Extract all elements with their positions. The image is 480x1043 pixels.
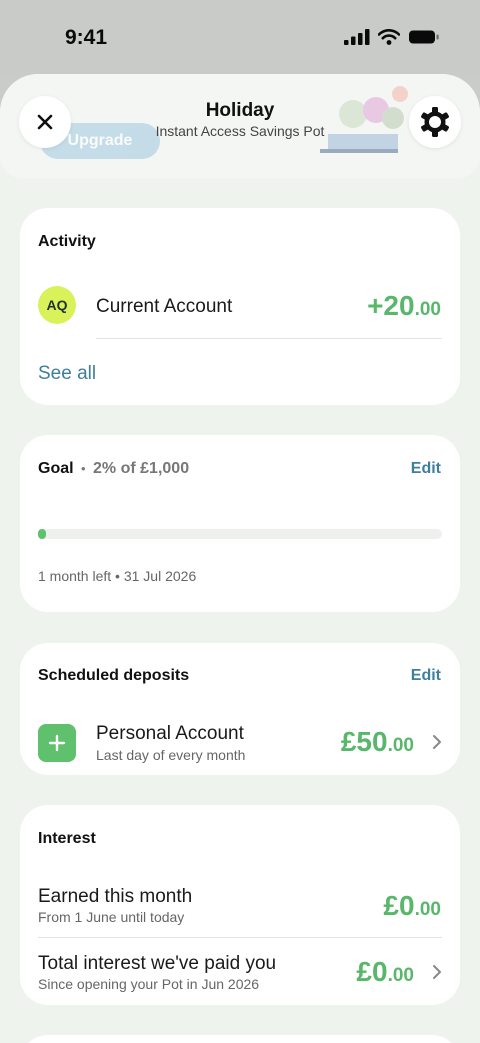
goal-progress-bar: [38, 529, 442, 539]
page-title: Holiday: [205, 100, 275, 121]
pot-header: Upgrade Holiday Instant Access Savings P…: [0, 74, 480, 179]
earned-amount: £0.00: [383, 890, 441, 921]
see-all-link[interactable]: See all: [38, 363, 96, 385]
divider: [38, 937, 442, 938]
status-icons: [344, 29, 440, 45]
activity-row-amount: +20.00: [367, 290, 441, 321]
total-interest-sub: Since opening your Pot in Jun 2026: [38, 976, 260, 992]
goal-edit-button[interactable]: Edit: [411, 460, 441, 478]
activity-title: Activity: [38, 233, 96, 250]
goal-time-left: 1 month left • 31 Jul 2026: [38, 568, 197, 584]
goal-heading: Goal • 2% of £1,000: [38, 460, 189, 478]
scheduled-title: Scheduled deposits: [38, 667, 190, 684]
scheduled-deposits-card: Scheduled deposits Edit Personal Account…: [20, 643, 460, 775]
signal-icon: [344, 29, 370, 45]
activity-row-label: Current Account: [96, 296, 233, 317]
divider: [96, 338, 442, 339]
scheduled-edit-button[interactable]: Edit: [411, 667, 441, 685]
wifi-icon: [378, 29, 400, 45]
chevron-right-icon: [433, 965, 441, 979]
battery-icon: [409, 30, 439, 44]
interest-title: Interest: [38, 830, 96, 847]
total-interest-label: Total interest we've paid you: [38, 953, 277, 974]
settings-button[interactable]: [409, 96, 461, 148]
scheduled-row-label: Personal Account: [96, 723, 244, 744]
goal-progress-text: 2% of £1,000: [93, 460, 190, 477]
page-subtitle: Instant Access Savings Pot: [155, 123, 325, 139]
scheduled-row-amount: £50.00: [340, 726, 414, 757]
earned-label: Earned this month: [38, 886, 193, 907]
interest-card: Interest Earned this month From 1 June u…: [20, 805, 460, 1005]
total-interest-amount: £0.00: [356, 956, 414, 987]
status-bar: 9:41: [0, 0, 480, 76]
goal-progress-fill: [38, 529, 47, 539]
pot-sheet: Upgrade Holiday Instant Access Savings P…: [0, 74, 480, 1043]
chevron-right-icon: [433, 735, 441, 749]
add-deposit-tile: [38, 724, 76, 762]
activity-card: Activity AQ Current Account +20.00 See a…: [20, 208, 460, 405]
earned-sub: From 1 June until today: [38, 909, 185, 925]
status-time: 9:41: [65, 26, 108, 49]
goal-title: Goal: [38, 460, 74, 477]
scheduled-row-sub: Last day of every month: [96, 747, 246, 763]
goal-separator: •: [81, 461, 86, 476]
goal-card: Goal • 2% of £1,000 Edit 1 month left • …: [20, 435, 460, 612]
avatar: AQ: [38, 286, 76, 324]
plus-icon: [48, 734, 66, 752]
gear-icon: [421, 107, 449, 137]
next-card: [20, 1035, 460, 1043]
